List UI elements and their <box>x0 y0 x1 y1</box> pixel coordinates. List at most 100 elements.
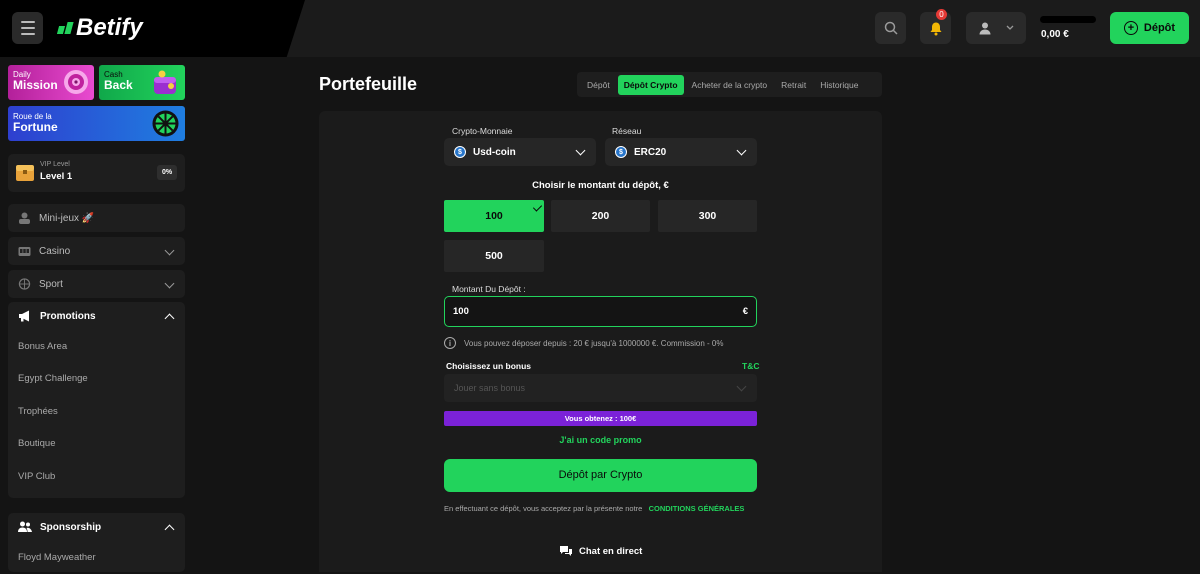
fortune-wheel-card[interactable]: Roue de la Fortune <box>8 106 185 141</box>
header-deposit-label: Dépôt <box>1143 22 1176 34</box>
amount-option-500[interactable]: 500 <box>444 240 544 272</box>
tab-depot-crypto[interactable]: Dépôt Crypto <box>617 74 684 95</box>
amount-value: 200 <box>591 210 610 222</box>
menu-icon-line <box>20 27 35 29</box>
balance-redacted <box>1040 16 1096 23</box>
users-icon <box>18 521 32 532</box>
slot-machine-icon <box>18 247 31 256</box>
tab-depot[interactable]: Dépôt <box>581 75 616 95</box>
top-header: Betify 0 0,00 € + Dépôt <box>0 0 1200 57</box>
deposit-amount-label: Montant Du Dépôt : <box>452 284 526 294</box>
currency-symbol: € <box>742 306 748 317</box>
cash-back-card[interactable]: Cash Back <box>99 65 185 100</box>
terms-link[interactable]: CONDITIONS GÉNÉRALES <box>649 504 745 513</box>
brand-logo[interactable]: Betify <box>56 14 143 42</box>
bell-icon <box>930 22 941 35</box>
crypto-label: Crypto-Monnaie <box>452 126 513 136</box>
hamburger-menu-button[interactable] <box>12 12 43 44</box>
vip-chest-icon <box>16 165 34 181</box>
tab-acheter-crypto[interactable]: Acheter de la crypto <box>686 75 774 95</box>
promo-code-link[interactable]: J'ai un code promo <box>444 435 757 445</box>
wheel-icon <box>152 110 179 137</box>
info-icon: i <box>444 337 456 349</box>
sidebar-subitem-boutique[interactable]: Boutique <box>8 428 185 461</box>
live-chat-button[interactable]: Chat en direct <box>559 545 642 557</box>
usdc-coin-icon: $ <box>454 146 466 158</box>
deposit-amount-input[interactable]: 100 € <box>444 296 757 327</box>
tnc-link[interactable]: T&C <box>742 361 759 371</box>
obtain-banner: Vous obtenez : 100€ <box>444 411 757 426</box>
sidebar: Daily Mission Cash Back Roue de la Fortu… <box>0 57 196 572</box>
logo-icon <box>56 22 74 34</box>
account-menu-button[interactable] <box>966 12 1026 44</box>
sidebar-item-casino[interactable]: Casino <box>8 237 185 265</box>
sidebar-subitem-floyd-mayweather[interactable]: Floyd Mayweather <box>8 541 185 574</box>
network-select[interactable]: $ ERC20 <box>605 138 757 166</box>
brand-name: Betify <box>76 14 143 41</box>
card-big-text: Fortune <box>13 120 58 134</box>
promotions-toggle[interactable]: Promotions <box>8 302 185 330</box>
wallet-tabs: Dépôt Dépôt Crypto Acheter de la crypto … <box>577 72 882 97</box>
amount-value: 500 <box>485 250 503 262</box>
sidebar-item-label: Sport <box>39 278 63 290</box>
chat-bubbles-icon <box>560 546 572 556</box>
notifications-button[interactable]: 0 <box>920 9 951 44</box>
bonus-placeholder: Jouer sans bonus <box>454 383 526 393</box>
network-value: ERC20 <box>634 146 667 158</box>
megaphone-icon <box>19 310 29 322</box>
deposit-info-text: Vous pouvez déposer depuis : 20 € jusqu'… <box>464 338 724 348</box>
header-brand-area <box>0 0 305 57</box>
chevron-down-icon <box>575 145 586 156</box>
search-icon <box>884 21 898 35</box>
notification-badge: 0 <box>936 9 947 20</box>
deposit-amount-value: 100 <box>453 306 469 317</box>
sidebar-item-label: Casino <box>39 245 71 257</box>
plus-circle-icon: + <box>1123 21 1138 35</box>
terms-notice: En effectuant ce dépôt, vous acceptez pa… <box>444 504 757 515</box>
header-deposit-button[interactable]: + Dépôt <box>1110 12 1189 44</box>
menu-icon-line <box>20 21 35 23</box>
crypto-deposit-button[interactable]: Dépôt par Crypto <box>444 459 757 492</box>
sidebar-item-label: Mini-jeux 🚀 <box>39 212 95 224</box>
sponsorship-toggle[interactable]: Sponsorship <box>8 513 185 541</box>
usdc-coin-icon: $ <box>615 146 627 158</box>
tab-retrait[interactable]: Retrait <box>775 75 812 95</box>
amount-value: 300 <box>698 210 717 222</box>
vip-progress-badge: 0% <box>157 165 177 180</box>
sidebar-group-sponsorship: Sponsorship Floyd Mayweather <box>8 513 185 572</box>
amount-option-100[interactable]: 100 <box>444 200 544 232</box>
card-big-text: Back <box>104 78 133 92</box>
network-label: Réseau <box>612 126 642 136</box>
chevron-down-icon <box>736 381 747 392</box>
check-icon <box>532 202 543 212</box>
sidebar-subitem-vip-club[interactable]: VIP Club <box>8 460 185 493</box>
search-button[interactable] <box>875 12 906 44</box>
crypto-value: Usd-coin <box>473 146 516 158</box>
daily-mission-card[interactable]: Daily Mission <box>8 65 94 100</box>
amount-option-300[interactable]: 300 <box>658 200 757 232</box>
sidebar-subitem-egypt-challenge[interactable]: Egypt Challenge <box>8 363 185 396</box>
tab-historique[interactable]: Historique <box>814 75 864 95</box>
chevron-down-icon <box>736 145 747 156</box>
gamepad-user-icon <box>19 212 30 224</box>
sidebar-item-sport[interactable]: Sport <box>8 270 185 298</box>
chevron-up-icon <box>164 524 175 535</box>
amount-option-200[interactable]: 200 <box>551 200 650 232</box>
sidebar-item-mini-games[interactable]: Mini-jeux 🚀 <box>8 204 185 232</box>
chevron-down-icon <box>164 245 175 256</box>
user-icon <box>979 22 991 35</box>
amount-value: 100 <box>485 210 503 222</box>
chevron-down-icon <box>1006 25 1014 30</box>
terms-text: En effectuant ce dépôt, vous acceptez pa… <box>444 504 643 513</box>
vip-level-card[interactable]: VIP Level Level 1 0% <box>8 154 185 192</box>
chat-label: Chat en direct <box>579 545 643 557</box>
target-icon <box>64 70 88 94</box>
sponsorship-label: Sponsorship <box>40 521 102 533</box>
bonus-select[interactable]: Jouer sans bonus <box>444 374 757 402</box>
page-title: Portefeuille <box>319 74 418 94</box>
sidebar-subitem-trophees[interactable]: Trophées <box>8 395 185 428</box>
vip-level: Level 1 <box>40 171 73 182</box>
crypto-select[interactable]: $ Usd-coin <box>444 138 596 166</box>
card-big-text: Mission <box>13 78 58 92</box>
sidebar-subitem-bonus-area[interactable]: Bonus Area <box>8 330 185 363</box>
